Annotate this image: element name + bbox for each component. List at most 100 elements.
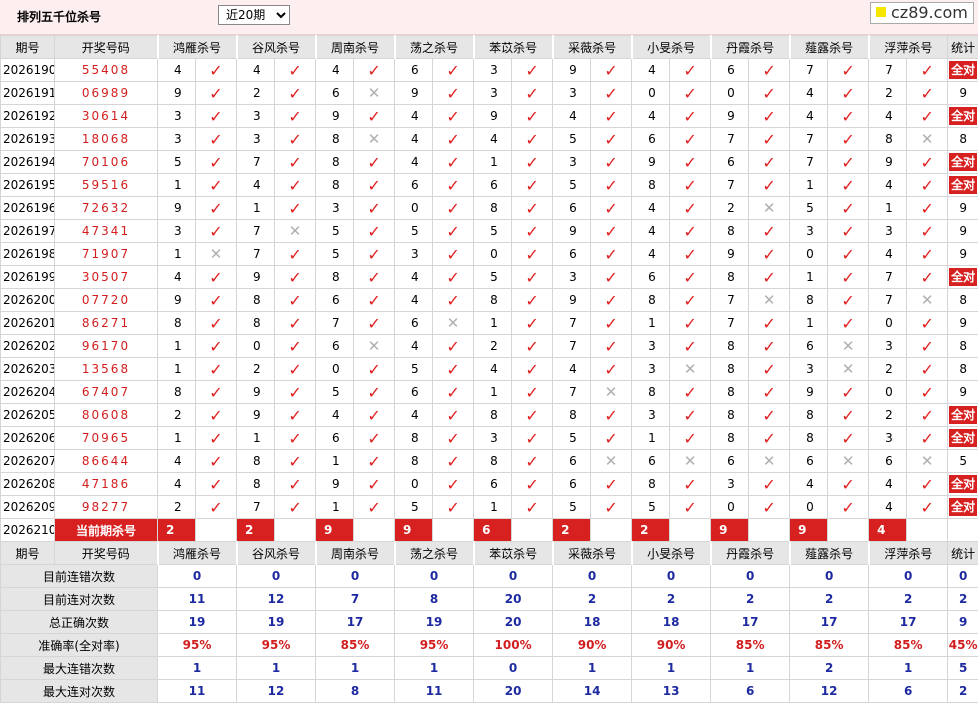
check-icon: ✓ bbox=[683, 107, 696, 126]
check-icon: ✓ bbox=[604, 222, 617, 241]
period-range-select[interactable]: 近20期 bbox=[218, 5, 290, 25]
col-header-expert-8[interactable]: 薤露杀号 bbox=[790, 36, 869, 59]
result-mark-cell: ✓ bbox=[354, 404, 395, 427]
col-header-expert-9[interactable]: 浮萍杀号 bbox=[869, 36, 948, 59]
check-icon: ✓ bbox=[604, 199, 617, 218]
period-cell: 2026206 bbox=[1, 427, 55, 450]
result-mark-cell: ✓ bbox=[670, 473, 711, 496]
check-icon: ✓ bbox=[920, 429, 933, 448]
check-icon: ✓ bbox=[841, 268, 854, 287]
col-header-repeat-expert-0[interactable]: 鸿雁杀号 bbox=[158, 542, 237, 565]
stat-value: 1 bbox=[632, 657, 711, 680]
table-header: 期号开奖号码鸿雁杀号谷风杀号周南杀号荡之杀号苯苡杀号采薇杀号小旻杀号丹霞杀号薤露… bbox=[1, 36, 978, 59]
stat-value: 1 bbox=[553, 657, 632, 680]
result-mark-cell: ✓ bbox=[828, 82, 869, 105]
check-icon: ✓ bbox=[209, 452, 222, 471]
kill-number-cell: 6 bbox=[790, 450, 828, 473]
row-count-cell: 9 bbox=[948, 82, 978, 105]
check-icon: ✓ bbox=[604, 245, 617, 264]
site-logo[interactable]: cz89.com bbox=[870, 2, 974, 24]
kill-number-cell: 0 bbox=[474, 243, 512, 266]
check-icon: ✓ bbox=[209, 337, 222, 356]
col-header-repeat-expert-2[interactable]: 周南杀号 bbox=[316, 542, 395, 565]
check-icon: ✓ bbox=[525, 84, 538, 103]
kill-number-cell: 8 bbox=[553, 404, 591, 427]
col-header-repeat-expert-1[interactable]: 谷风杀号 bbox=[237, 542, 316, 565]
result-mark-cell: ✓ bbox=[354, 220, 395, 243]
stat-total: 9 bbox=[948, 611, 978, 634]
col-header-repeat-expert-5[interactable]: 采薇杀号 bbox=[553, 542, 632, 565]
stat-value: 0 bbox=[553, 565, 632, 588]
check-icon: ✓ bbox=[525, 176, 538, 195]
result-mark-cell: ✕ bbox=[670, 358, 711, 381]
stat-value: 95% bbox=[395, 634, 474, 657]
period-cell: 2026195 bbox=[1, 174, 55, 197]
table-row: 2026203135681✓2✓0✓5✓4✓4✓3✕8✓3✕2✓8 bbox=[1, 358, 978, 381]
check-icon: ✓ bbox=[920, 314, 933, 333]
result-mark-cell: ✓ bbox=[196, 450, 237, 473]
check-icon: ✓ bbox=[604, 360, 617, 379]
result-mark-cell: ✓ bbox=[354, 427, 395, 450]
result-mark-cell: ✓ bbox=[354, 450, 395, 473]
kill-number-cell: 6 bbox=[316, 427, 354, 450]
col-header-repeat-expert-3[interactable]: 荡之杀号 bbox=[395, 542, 474, 565]
draw-number-cell: 07720 bbox=[55, 289, 158, 312]
result-mark-cell: ✓ bbox=[591, 427, 632, 450]
kill-number-cell: 2 bbox=[158, 404, 196, 427]
result-mark-cell: ✓ bbox=[512, 450, 553, 473]
kill-number-cell: 7 bbox=[553, 381, 591, 404]
stat-value: 1 bbox=[237, 657, 316, 680]
col-header-expert-7[interactable]: 丹霞杀号 bbox=[711, 36, 790, 59]
kill-number-cell: 3 bbox=[553, 266, 591, 289]
draw-number-cell: 59516 bbox=[55, 174, 158, 197]
col-header-expert-3[interactable]: 荡之杀号 bbox=[395, 36, 474, 59]
stat-value: 0 bbox=[395, 565, 474, 588]
result-mark-cell: ✓ bbox=[749, 82, 790, 105]
check-icon: ✓ bbox=[525, 314, 538, 333]
cross-icon: ✕ bbox=[921, 291, 934, 309]
stat-value: 11 bbox=[158, 680, 237, 703]
stat-value: 85% bbox=[316, 634, 395, 657]
all-correct-badge: 全对 bbox=[949, 153, 977, 171]
col-header-expert-5[interactable]: 采薇杀号 bbox=[553, 36, 632, 59]
period-cell: 2026203 bbox=[1, 358, 55, 381]
col-header-repeat-expert-7[interactable]: 丹霞杀号 bbox=[711, 542, 790, 565]
check-icon: ✓ bbox=[446, 153, 459, 172]
result-mark-cell: ✓ bbox=[196, 128, 237, 151]
col-header-repeat-expert-8[interactable]: 薤露杀号 bbox=[790, 542, 869, 565]
col-header-expert-4[interactable]: 苯苡杀号 bbox=[474, 36, 553, 59]
col-header-expert-2[interactable]: 周南杀号 bbox=[316, 36, 395, 59]
stat-value: 0 bbox=[474, 565, 553, 588]
kill-number-cell: 4 bbox=[474, 358, 512, 381]
kill-number-cell: 8 bbox=[711, 266, 749, 289]
result-mark-cell: ✕ bbox=[354, 128, 395, 151]
col-header-repeat-expert-6[interactable]: 小旻杀号 bbox=[632, 542, 711, 565]
check-icon: ✓ bbox=[288, 429, 301, 448]
check-icon: ✓ bbox=[525, 360, 538, 379]
kill-number-cell: 4 bbox=[395, 266, 433, 289]
col-header-expert-6[interactable]: 小旻杀号 bbox=[632, 36, 711, 59]
current-kill-label: 当前期杀号 bbox=[55, 519, 158, 542]
col-header-expert-0[interactable]: 鸿雁杀号 bbox=[158, 36, 237, 59]
check-icon: ✓ bbox=[525, 291, 538, 310]
table-row: 2026200077209✓8✓6✓4✓8✓9✓8✓7✕8✓7✕8 bbox=[1, 289, 978, 312]
stat-value: 2 bbox=[711, 588, 790, 611]
result-mark-cell: ✓ bbox=[670, 289, 711, 312]
col-header-repeat-expert-4[interactable]: 苯苡杀号 bbox=[474, 542, 553, 565]
period-cell: 2026200 bbox=[1, 289, 55, 312]
all-correct-badge: 全对 bbox=[949, 498, 977, 516]
check-icon: ✓ bbox=[920, 61, 933, 80]
result-mark-cell: ✓ bbox=[828, 427, 869, 450]
current-period-row: 2026210当前期杀号2299622994 bbox=[1, 519, 978, 542]
result-mark-cell: ✓ bbox=[196, 427, 237, 450]
kill-number-cell: 6 bbox=[474, 174, 512, 197]
kill-number-cell: 8 bbox=[790, 289, 828, 312]
stat-value: 1 bbox=[869, 657, 948, 680]
table-row: 2026204674078✓9✓5✓6✓1✓7✕8✓8✓9✓0✓9 bbox=[1, 381, 978, 404]
col-header-repeat-expert-9[interactable]: 浮萍杀号 bbox=[869, 542, 948, 565]
current-kill-number: 6 bbox=[474, 519, 512, 542]
col-header-expert-1[interactable]: 谷风杀号 bbox=[237, 36, 316, 59]
result-mark-cell: ✓ bbox=[828, 496, 869, 519]
result-mark-cell: ✓ bbox=[433, 82, 474, 105]
check-icon: ✓ bbox=[525, 245, 538, 264]
